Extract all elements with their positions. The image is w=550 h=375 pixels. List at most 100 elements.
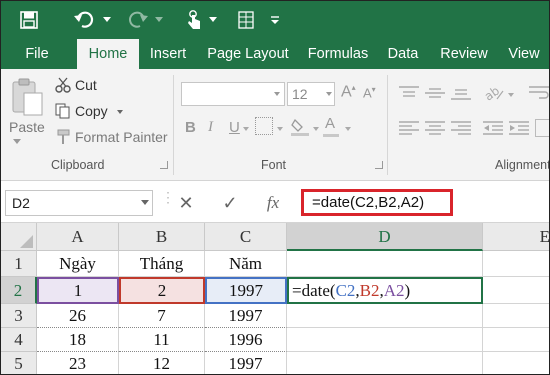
increase-indent-icon[interactable]	[509, 121, 529, 140]
cell-b3[interactable]: 7	[119, 304, 205, 328]
font-name-combo[interactable]	[181, 82, 285, 106]
customize-qat-icon[interactable]	[267, 7, 283, 33]
paste-button[interactable]: Paste	[9, 119, 45, 135]
cell-a3[interactable]: 26	[37, 304, 119, 328]
wrap-text-icon[interactable]	[529, 85, 549, 106]
save-icon[interactable]	[15, 7, 43, 33]
cell-a2[interactable]: 1	[37, 277, 119, 304]
undo-dropdown-icon[interactable]	[101, 7, 113, 33]
cell-a4[interactable]: 18	[37, 328, 119, 352]
cut-icon	[55, 77, 71, 98]
font-launcher-icon[interactable]	[375, 161, 383, 169]
cell-e3[interactable]	[483, 304, 549, 328]
cell-d2-editing[interactable]: =date(C2,B2,A2)	[287, 277, 483, 304]
cell-b4[interactable]: 11	[119, 328, 205, 352]
name-box[interactable]: D2	[5, 190, 153, 216]
insert-function-button[interactable]: fx	[261, 191, 285, 215]
cell-c4[interactable]: 1996	[205, 328, 287, 352]
decrease-font-size-icon[interactable]: A▾	[363, 85, 376, 100]
cell-b2[interactable]: 2	[119, 277, 205, 304]
paste-icon[interactable]	[9, 77, 47, 117]
tab-insert[interactable]: Insert	[141, 39, 195, 69]
select-all-corner[interactable]	[1, 223, 37, 251]
tab-home[interactable]: Home	[77, 39, 139, 69]
align-left-icon[interactable]	[399, 121, 419, 140]
formula-ref-b2: B2	[359, 281, 380, 300]
tab-view[interactable]: View	[501, 39, 547, 69]
row-header-3[interactable]: 3	[1, 304, 37, 328]
align-right-icon[interactable]	[451, 121, 471, 140]
tab-file[interactable]: File	[15, 39, 59, 69]
cell-d3[interactable]	[287, 304, 483, 328]
cell-e1[interactable]	[483, 251, 549, 277]
cell-a5[interactable]: 23	[37, 352, 119, 374]
orientation-dropdown-icon[interactable]	[508, 93, 514, 97]
middle-align-icon[interactable]	[425, 85, 445, 106]
tab-review[interactable]: Review	[435, 39, 493, 69]
tab-data[interactable]: Data	[381, 39, 425, 69]
cell-e4[interactable]	[483, 328, 549, 352]
cut-button[interactable]: Cut	[75, 77, 97, 93]
formula-input[interactable]: =date(C2,B2,A2)	[301, 189, 453, 216]
row-header-1[interactable]: 1	[1, 251, 37, 277]
borders-icon[interactable]	[255, 117, 273, 135]
tab-page-layout[interactable]: Page Layout	[201, 39, 295, 69]
cell-b1[interactable]: Tháng	[119, 251, 205, 277]
touch-dropdown-icon[interactable]	[207, 7, 219, 33]
undo-icon[interactable]	[67, 7, 101, 33]
copy-button[interactable]: Copy	[75, 103, 108, 119]
formula-ref-a2: A2	[383, 281, 405, 300]
column-header-e[interactable]: E	[483, 223, 549, 251]
bottom-align-icon[interactable]	[451, 85, 471, 106]
fill-color-dropdown-icon[interactable]	[313, 127, 319, 131]
cell-c1[interactable]: Năm	[205, 251, 287, 277]
column-header-b[interactable]: B	[119, 223, 205, 251]
fill-color-icon[interactable]	[291, 117, 309, 142]
redo-icon[interactable]	[123, 7, 153, 33]
cancel-entry-button[interactable]: ✕	[175, 191, 197, 215]
font-color-dropdown-icon[interactable]	[345, 127, 351, 131]
paste-dropdown-icon[interactable]	[13, 139, 21, 144]
orientation-icon[interactable]: ab	[482, 83, 505, 108]
form-icon[interactable]	[235, 7, 257, 33]
underline-button[interactable]: U	[229, 119, 240, 136]
cell-e2[interactable]	[483, 277, 549, 304]
cell-d4[interactable]	[287, 328, 483, 352]
name-box-dropdown-icon[interactable]	[141, 200, 149, 205]
cell-c2[interactable]: 1997	[205, 277, 287, 304]
merge-center-icon[interactable]	[535, 119, 549, 137]
bold-button[interactable]: B	[185, 119, 196, 136]
column-header-c[interactable]: C	[205, 223, 287, 251]
tab-formulas[interactable]: Formulas	[303, 39, 373, 69]
clipboard-launcher-icon[interactable]	[160, 161, 168, 169]
format-painter-button[interactable]: Format Painter	[75, 129, 168, 145]
align-center-icon[interactable]	[425, 121, 445, 140]
borders-dropdown-icon[interactable]	[277, 127, 283, 131]
row-header-5[interactable]: 5	[1, 352, 37, 374]
font-color-bar	[323, 134, 339, 137]
font-name-dropdown-icon[interactable]	[274, 92, 280, 96]
underline-dropdown-icon[interactable]	[243, 127, 249, 131]
italic-button[interactable]: I	[208, 119, 213, 136]
enter-entry-button[interactable]: ✓	[219, 191, 241, 215]
column-header-d[interactable]: D	[287, 223, 483, 251]
top-align-icon[interactable]	[399, 85, 419, 106]
redo-dropdown-icon[interactable]	[153, 7, 165, 33]
cell-c5[interactable]: 1997	[205, 352, 287, 374]
row-header-2[interactable]: 2	[1, 277, 37, 304]
increase-font-size-icon[interactable]: A▴	[341, 83, 356, 101]
formula-bar-grip-icon[interactable]: ⋮	[161, 190, 176, 204]
cell-e5[interactable]	[483, 352, 549, 374]
cell-b5[interactable]: 12	[119, 352, 205, 374]
cell-d1[interactable]	[287, 251, 483, 277]
touch-mode-icon[interactable]	[181, 7, 207, 33]
column-header-a[interactable]: A	[37, 223, 119, 251]
cell-a1[interactable]: Ngày	[37, 251, 119, 277]
font-size-dropdown-icon[interactable]	[326, 92, 332, 96]
cell-d5[interactable]	[287, 352, 483, 374]
font-color-icon[interactable]: A	[325, 115, 335, 132]
copy-dropdown-icon[interactable]	[117, 110, 123, 114]
cell-c3[interactable]: 1997	[205, 304, 287, 328]
decrease-indent-icon[interactable]	[483, 121, 503, 140]
row-header-4[interactable]: 4	[1, 328, 37, 352]
